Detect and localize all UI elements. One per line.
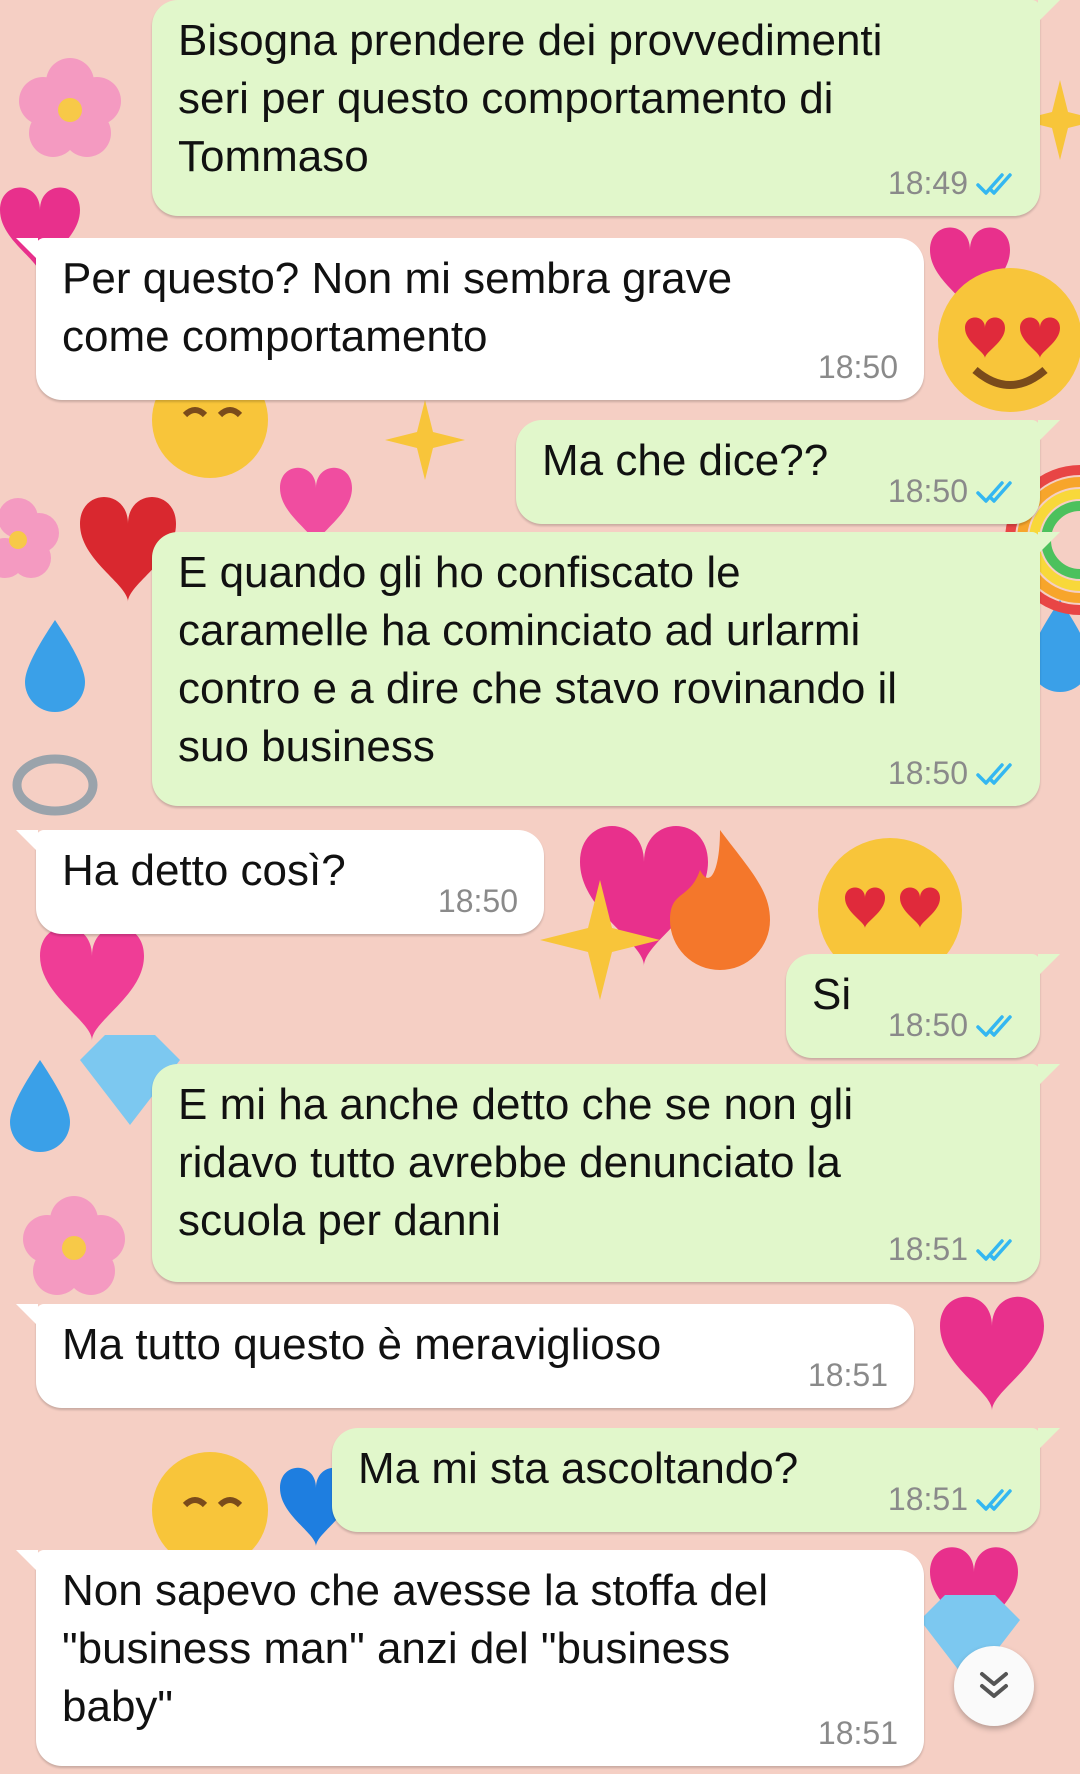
message-time: 18:51	[817, 1715, 898, 1751]
message-time: 18:50	[817, 349, 898, 385]
message-bubble-incoming[interactable]: Non sapevo che avesse la stoffa del "bus…	[16, 1550, 924, 1766]
message-bubble-outgoing[interactable]: Bisogna prendere dei provvedimenti seri …	[152, 0, 1060, 216]
message-meta: 18:50	[888, 1007, 1018, 1044]
message-bubble-outgoing[interactable]: E quando gli ho confiscato le caramelle …	[152, 532, 1060, 806]
message-time: 18:50	[887, 473, 968, 509]
read-ticks-icon	[976, 1238, 1012, 1261]
message-time: 18:49	[887, 165, 968, 201]
message-bubble-outgoing[interactable]: Ma mi sta ascoltando? 18:51	[332, 1428, 1060, 1532]
message-time: 18:50	[887, 755, 968, 791]
read-ticks-icon	[976, 1488, 1012, 1511]
message-meta: 18:49	[888, 165, 1018, 202]
message-bubble-outgoing[interactable]: Si 18:50	[786, 954, 1060, 1058]
message-text: Non sapevo che avesse la stoffa del "bus…	[62, 1566, 769, 1731]
message-meta: 18:51	[818, 1715, 898, 1752]
message-text: Per questo? Non mi sembra grave come com…	[62, 254, 733, 361]
double-chevron-down-icon	[980, 1672, 1008, 1698]
message-time: 18:51	[887, 1231, 968, 1267]
read-ticks-icon	[976, 172, 1012, 195]
message-time: 18:50	[437, 883, 518, 919]
message-meta: 18:51	[808, 1357, 888, 1394]
message-meta: 18:51	[888, 1231, 1018, 1268]
message-time: 18:51	[887, 1481, 968, 1517]
message-time: 18:51	[807, 1357, 888, 1393]
read-ticks-icon	[976, 480, 1012, 503]
message-bubble-outgoing[interactable]: E mi ha anche detto che se non gli ridav…	[152, 1064, 1060, 1282]
message-meta: 18:50	[888, 755, 1018, 792]
message-meta: 18:50	[438, 883, 518, 920]
message-time: 18:50	[887, 1007, 968, 1043]
message-text: Bisogna prendere dei provvedimenti seri …	[178, 16, 883, 181]
message-bubble-incoming[interactable]: Per questo? Non mi sembra grave come com…	[16, 238, 924, 400]
scroll-to-bottom-button[interactable]	[954, 1646, 1034, 1726]
read-ticks-icon	[976, 762, 1012, 785]
message-meta: 18:50	[888, 473, 1018, 510]
message-meta: 18:50	[818, 349, 898, 386]
message-bubble-outgoing[interactable]: Ma che dice?? 18:50	[516, 420, 1060, 524]
read-ticks-icon	[976, 1014, 1012, 1037]
message-bubble-incoming[interactable]: Ma tutto questo è meraviglioso 18:51	[16, 1304, 914, 1408]
message-text: E mi ha anche detto che se non gli ridav…	[178, 1080, 854, 1245]
message-bubble-incoming[interactable]: Ha detto così? 18:50	[16, 830, 544, 934]
message-text: Ma tutto questo è meraviglioso	[62, 1320, 662, 1369]
message-text: E quando gli ho confiscato le caramelle …	[178, 548, 898, 771]
chat-thread: Bisogna prendere dei provvedimenti seri …	[0, 0, 1080, 1774]
message-meta: 18:51	[888, 1481, 1018, 1518]
